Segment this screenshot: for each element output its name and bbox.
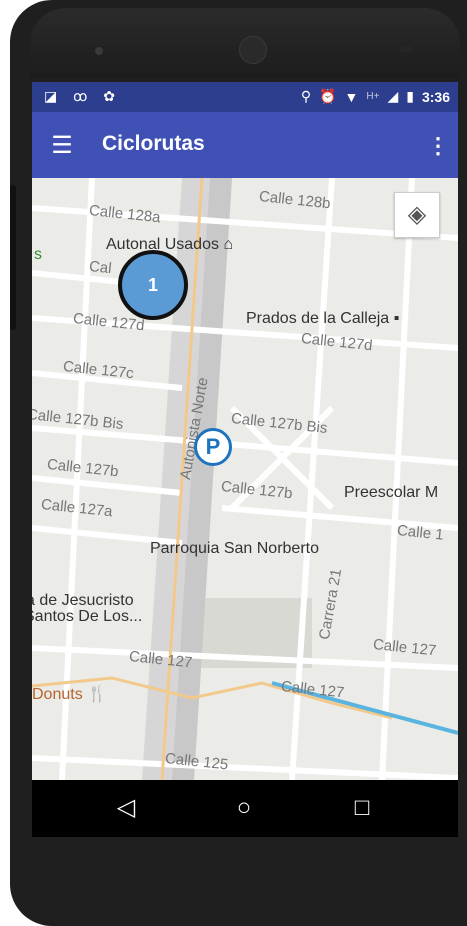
proximity-sensor [400,46,414,52]
system-icons: ⚲ ⏰ ▼ H+ ◢ ▮ 3:36 [301,88,450,105]
my-location-button[interactable]: ◈ [394,192,440,238]
place-label: s [34,246,42,263]
battery-icon: ▮ [406,88,414,104]
place-label: Preescolar M [344,484,439,501]
alarm-icon: ⏰ [319,88,337,104]
route-marker[interactable]: 1 [118,250,188,320]
wifi-icon: ▼ [344,88,359,105]
front-camera [95,47,103,55]
network-type: H+ [366,91,380,102]
navigation-bar: ◁ ○ □ [32,780,458,837]
map-view[interactable]: Calle 128a Calle 128b Calle 127d Calle 1… [32,178,458,837]
location-icon: ⚲ [300,88,312,104]
app-bar: ☰ Ciclorutas ⋮ [32,112,458,178]
place-label: Donuts 🍴 [32,686,108,703]
place-label: Prados de la Calleja ▪ [246,310,400,327]
clock: 3:36 [421,88,450,105]
parking-icon[interactable]: P [194,428,232,466]
app-title: Ciclorutas [102,132,205,155]
street-label: Cal [88,258,113,278]
place-label: Santos De Los... [32,608,143,625]
place-label: Autonal Usados ⌂ [106,236,234,253]
place-label: Parroquia San Norberto [150,540,319,557]
recents-button[interactable]: □ [332,790,392,826]
earpiece-speaker [239,36,267,64]
overflow-menu-icon[interactable]: ⋮ [426,128,450,164]
restaurant-icon: 🍴 [87,686,108,703]
back-button[interactable]: ◁ [96,790,156,826]
status-bar: ◪ ꝏ ✿ ⚲ ⏰ ▼ H+ ◢ ▮ 3:36 [32,82,458,112]
home-button[interactable]: ○ [214,790,274,826]
notification-icons: ◪ ꝏ ✿ [44,88,121,104]
side-button [10,185,16,330]
signal-icon: ◢ [387,88,399,104]
hamburger-menu-icon[interactable]: ☰ [44,128,80,164]
screen: ◪ ꝏ ✿ ⚲ ⏰ ▼ H+ ◢ ▮ 3:36 ☰ Ciclorutas ⋮ C… [32,82,458,837]
